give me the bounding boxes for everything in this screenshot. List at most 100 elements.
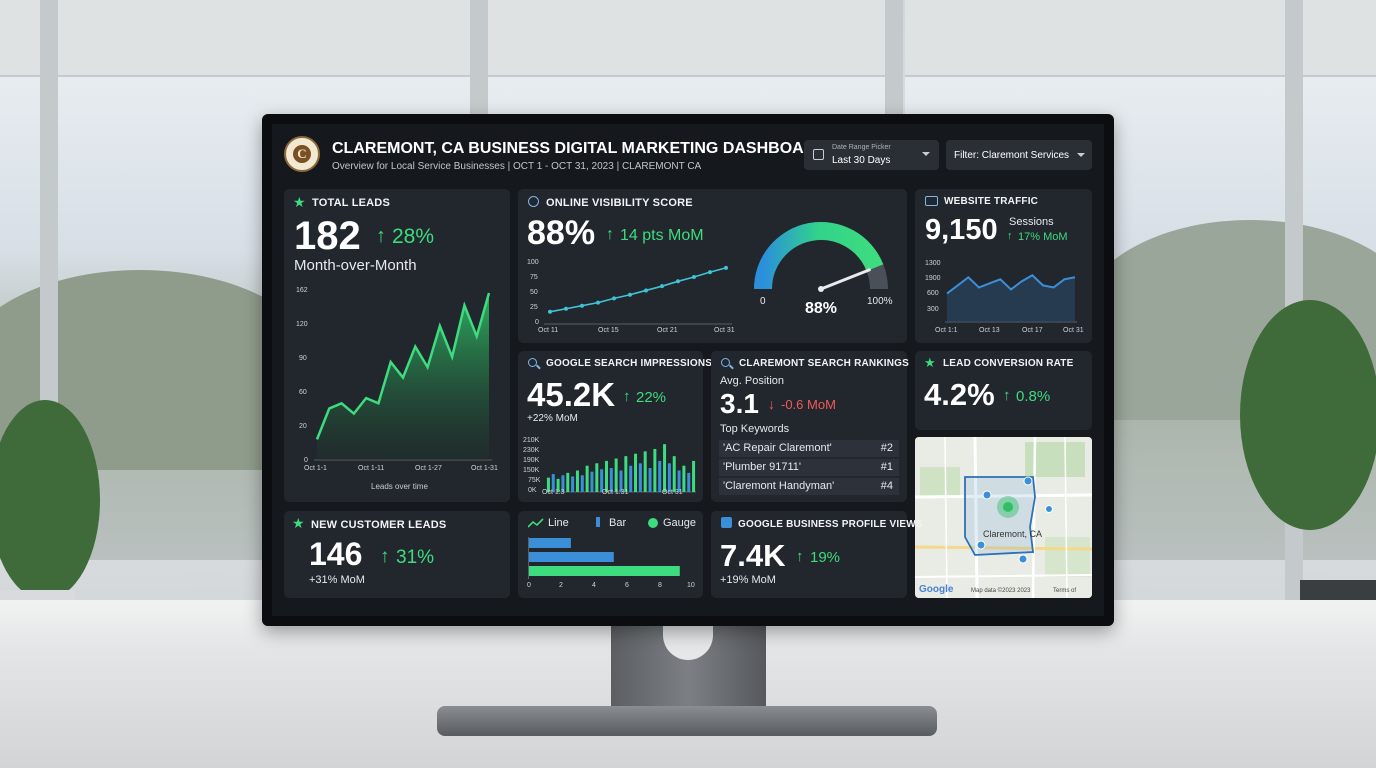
y-tick: 75K [528, 477, 541, 484]
star-icon: ★ [292, 515, 305, 531]
map-pin [982, 490, 992, 500]
y-tick: 90 [299, 355, 307, 362]
visibility-change: 14 pts MoM [620, 227, 704, 244]
keyword-rank: #2 [880, 442, 893, 454]
x-tick: Oct 15 [598, 327, 619, 334]
impressions-change: 22% [636, 389, 667, 406]
conversion-rate-card[interactable]: ★ LEAD CONVERSION RATE 4.2% ↑ 0.8% [915, 351, 1092, 430]
leads-area-chart [314, 292, 492, 461]
map-park [1045, 537, 1090, 577]
y-tick: 300 [927, 306, 939, 313]
arrow-up-icon: ↑ [796, 548, 804, 565]
blind-right [905, 0, 1376, 77]
x-tick: 4 [592, 582, 596, 589]
visibility-point [596, 300, 600, 305]
legend-bar[interactable]: Bar [609, 517, 626, 529]
y-tick: 210K [523, 437, 540, 444]
visibility-point [580, 303, 584, 308]
visibility-point [628, 292, 632, 297]
keyword-row[interactable]: 'Plumber 91711' #1 [719, 459, 899, 476]
y-tick: 190K [523, 457, 540, 464]
conversion-change: 0.8% [1016, 388, 1051, 405]
card-title: GOOGLE SEARCH IMPRESSIONS [546, 358, 713, 369]
filter-label: Filter: Claremont Services [954, 150, 1070, 161]
keyword-term: 'Plumber 91711' [723, 461, 801, 473]
x-tick: Oct 31 [662, 489, 683, 496]
x-tick: 2 [559, 582, 563, 589]
impressions-value: 45.2K [527, 376, 616, 413]
impressions-bar [653, 448, 657, 492]
line-chart-icon [528, 518, 544, 528]
visibility-line [549, 267, 727, 313]
conversion-value: 4.2% [924, 377, 995, 412]
services-filter[interactable]: Filter: Claremont Services [946, 140, 1092, 170]
map-pin [1023, 476, 1033, 486]
new-leads-value: 146 [309, 536, 363, 572]
map-city-label: Claremont, CA [983, 529, 1043, 539]
total-leads-card[interactable]: ★ TOTAL LEADS 182 ↑ 28% Month-over-Month… [284, 189, 510, 502]
browser-icon [925, 196, 938, 206]
gauge-dot-icon [648, 518, 658, 528]
new-leads-card[interactable]: ★ NEW CUSTOMER LEADS 146 ↑ 31% +31% MoM [284, 511, 510, 598]
business-profile-card[interactable]: GOOGLE BUSINESS PROFILE VIEWS 7.4K ↑ 19%… [711, 511, 923, 598]
legend-gauge[interactable]: Gauge [663, 517, 696, 529]
arrow-up-icon: ↑ [606, 226, 614, 243]
y-tick: 60 [299, 389, 307, 396]
y-tick: 75 [530, 274, 538, 281]
total-leads-caption: Month-over-Month [294, 257, 417, 274]
keyword-row[interactable]: 'Claremont Handyman' #4 [719, 478, 899, 495]
impressions-bar [595, 463, 599, 492]
chevron-down-icon [1077, 153, 1085, 157]
website-traffic-card[interactable]: WEBSITE TRAFFIC 9,150 Sessions ↑ 17% MoM… [915, 189, 1092, 343]
google-logo: Google [919, 584, 954, 595]
traffic-value: 9,150 [925, 214, 998, 246]
search-impressions-card[interactable]: GOOGLE SEARCH IMPRESSIONS 45.2K ↑ 22% +2… [518, 351, 712, 502]
legend-line[interactable]: Line [548, 517, 569, 529]
search-rankings-card[interactable]: CLAREMONT SEARCH RANKINGS Avg. Position … [711, 351, 909, 502]
date-range-picker[interactable]: Date Range Picker Last 30 Days [804, 140, 939, 170]
impressions-bar [692, 460, 696, 492]
x-tick: 0 [527, 582, 531, 589]
keyword-rank: #1 [880, 461, 893, 473]
impressions-bar [672, 456, 676, 492]
x-tick: Oct 13 [979, 327, 1000, 334]
chevron-down-icon [922, 152, 930, 156]
map-terms-link[interactable]: Terms of [1053, 588, 1076, 594]
impressions-bar [575, 470, 579, 492]
x-tick: 6 [625, 582, 629, 589]
map-graphic [915, 437, 1092, 598]
x-tick: Oct 17 [1022, 327, 1043, 334]
star-icon: ★ [293, 194, 306, 210]
map-pin [976, 540, 986, 550]
avg-position-label: Avg. Position [720, 375, 785, 387]
chart-type-legend-card[interactable]: Line Bar Gauge 0 2 4 6 8 10 [518, 511, 703, 598]
x-tick: Oct 1:1 [935, 327, 958, 334]
globe-icon [528, 196, 539, 207]
x-tick: Oct 1-1 [304, 465, 327, 472]
map-park [920, 467, 960, 497]
dashboard-screen: C CLAREMONT, CA BUSINESS DIGITAL MARKETI… [272, 124, 1104, 616]
x-tick: Oct 1:31 [602, 489, 629, 496]
card-title: WEBSITE TRAFFIC [944, 196, 1039, 207]
traffic-area-fill [947, 275, 1075, 322]
y-tick: 20 [299, 423, 307, 430]
blind-center [480, 0, 900, 77]
traffic-area-chart [945, 273, 1077, 323]
y-tick: 162 [296, 287, 308, 294]
x-tick: 8 [658, 582, 662, 589]
impressions-bar-chart [546, 444, 696, 493]
keyword-row[interactable]: 'AC Repair Claremont' #2 [719, 440, 899, 457]
blind-left [0, 0, 470, 77]
new-leads-caption: +31% MoM [309, 574, 365, 586]
impressions-bar [687, 472, 691, 492]
claremont-map[interactable]: Claremont, CA Google Map data ©2023 2023… [915, 437, 1092, 598]
card-title: LEAD CONVERSION RATE [943, 358, 1074, 369]
page-subtitle: Overview for Local Service Businesses | … [332, 161, 702, 172]
gauge-value: 88% [805, 300, 838, 317]
visibility-point [548, 309, 552, 314]
x-tick: Oct 1-11 [358, 465, 385, 472]
visibility-score-card[interactable]: ONLINE VISIBILITY SCORE 88% ↑ 14 pts MoM… [518, 189, 907, 343]
y-tick: 0 [535, 319, 539, 326]
x-tick: Oct 1:3 [542, 489, 565, 496]
impressions-bar [585, 465, 589, 492]
